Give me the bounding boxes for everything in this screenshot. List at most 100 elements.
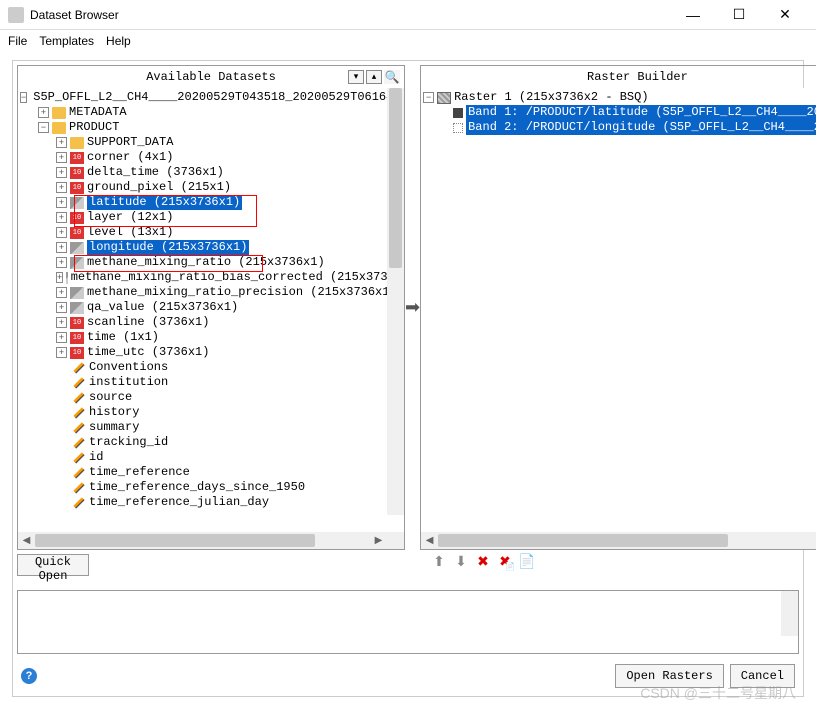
scrollbar-vertical[interactable] xyxy=(387,88,404,515)
remove-all-icon[interactable]: ✖📄 xyxy=(497,553,513,569)
tree-level[interactable]: level (13x1) xyxy=(87,225,173,240)
window-title: Dataset Browser xyxy=(30,8,670,22)
scrollbar-horizontal[interactable]: ◀ ▶ xyxy=(421,532,816,549)
tree-conventions[interactable]: Conventions xyxy=(89,360,168,375)
tree-longitude[interactable]: longitude (215x3736x1) xyxy=(87,240,249,255)
quick-open-button[interactable]: Quick Open xyxy=(17,554,89,576)
tree-expander[interactable]: + xyxy=(38,107,49,118)
tree-expander[interactable]: + xyxy=(56,197,67,208)
menu-file[interactable]: File xyxy=(8,34,27,48)
tree-time[interactable]: time (1x1) xyxy=(87,330,159,345)
tree-metadata[interactable]: METADATA xyxy=(69,105,127,120)
band-off-icon xyxy=(453,123,463,133)
tree-root[interactable]: S5P_OFFL_L2__CH4____20200529T043518_2020… xyxy=(33,90,404,105)
tree-time-ref-jd[interactable]: time_reference_julian_day xyxy=(89,495,269,510)
maximize-button[interactable]: ☐ xyxy=(716,0,762,30)
scroll-left-icon[interactable]: ◀ xyxy=(18,532,35,549)
scroll-left-icon[interactable]: ◀ xyxy=(421,532,438,549)
tree-ground-pixel[interactable]: ground_pixel (215x1) xyxy=(87,180,231,195)
menu-templates[interactable]: Templates xyxy=(39,34,94,48)
tree-tracking-id[interactable]: tracking_id xyxy=(89,435,168,450)
tree-time-ref-days[interactable]: time_reference_days_since_1950 xyxy=(89,480,305,495)
tree-expander[interactable]: + xyxy=(56,347,67,358)
tree-scanline[interactable]: scanline (3736x1) xyxy=(87,315,209,330)
folder-icon xyxy=(52,107,66,119)
tree-history[interactable]: history xyxy=(89,405,139,420)
tree-expander[interactable]: − xyxy=(423,92,434,103)
log-output xyxy=(17,590,799,654)
tree-corner[interactable]: corner (4x1) xyxy=(87,150,173,165)
data-icon xyxy=(70,302,84,314)
binoculars-icon[interactable]: 🔍 xyxy=(384,70,400,84)
scrollbar-vertical[interactable] xyxy=(781,591,798,636)
band-1[interactable]: Band 1: /PRODUCT/latitude (S5P_OFFL_L2__… xyxy=(466,105,816,120)
expand-icon[interactable]: ▴ xyxy=(366,70,382,84)
attr-icon xyxy=(73,467,84,478)
attr-icon xyxy=(73,497,84,508)
tree-id[interactable]: id xyxy=(89,450,103,465)
tree-support-data[interactable]: SUPPORT_DATA xyxy=(87,135,173,150)
tree-delta-time[interactable]: delta_time (3736x1) xyxy=(87,165,224,180)
tree-expander[interactable]: + xyxy=(56,227,67,238)
tree-expander[interactable]: + xyxy=(56,302,67,313)
tree-latitude[interactable]: latitude (215x3736x1) xyxy=(87,195,242,210)
move-right-icon[interactable]: ➡ xyxy=(405,297,420,318)
attr-icon xyxy=(73,377,84,388)
tree-expander[interactable]: − xyxy=(20,92,27,103)
tree-expander[interactable]: + xyxy=(56,272,63,283)
raster-builder-tree[interactable]: − Raster 1 (215x3736x2 - BSQ) Band 1: /PR… xyxy=(421,88,816,532)
right-panel-title: Raster Builder xyxy=(587,70,688,84)
app-icon xyxy=(8,7,24,23)
help-icon[interactable]: ? xyxy=(21,668,37,684)
tree-expander[interactable]: + xyxy=(56,242,67,253)
menu-help[interactable]: Help xyxy=(106,34,131,48)
tree-time-ref[interactable]: time_reference xyxy=(89,465,190,480)
dim-icon: 10 xyxy=(70,227,84,239)
raster-root[interactable]: Raster 1 (215x3736x2 - BSQ) xyxy=(454,90,648,105)
tree-time-utc[interactable]: time_utc (3736x1) xyxy=(87,345,209,360)
available-datasets-tree[interactable]: −S5P_OFFL_L2__CH4____20200529T043518_202… xyxy=(18,88,404,532)
tree-expander[interactable]: + xyxy=(56,212,67,223)
attr-icon xyxy=(73,407,84,418)
tree-source[interactable]: source xyxy=(89,390,132,405)
attr-icon xyxy=(73,362,84,373)
tree-summary[interactable]: summary xyxy=(89,420,139,435)
cancel-button[interactable]: Cancel xyxy=(730,664,795,688)
tree-mmr-bc[interactable]: methane_mixing_ratio_bias_corrected (215… xyxy=(71,270,402,285)
dim-icon: 10 xyxy=(70,212,84,224)
minimize-button[interactable]: — xyxy=(670,0,716,30)
data-icon xyxy=(70,287,84,299)
tree-expander[interactable]: + xyxy=(56,287,67,298)
band-2[interactable]: Band 2: /PRODUCT/longitude (S5P_OFFL_L2_… xyxy=(466,120,816,135)
scroll-right-icon[interactable]: ▶ xyxy=(370,532,387,549)
tree-expander[interactable]: + xyxy=(56,182,67,193)
tree-expander[interactable]: + xyxy=(56,332,67,343)
dim-icon: 10 xyxy=(70,182,84,194)
remove-icon[interactable]: ✖ xyxy=(475,553,491,569)
tree-mmr-p[interactable]: methane_mixing_ratio_precision (215x3736… xyxy=(87,285,397,300)
collapse-icon[interactable]: ▾ xyxy=(348,70,364,84)
add-doc-icon[interactable]: 📄 xyxy=(519,553,535,569)
dim-icon: 10 xyxy=(70,347,84,359)
move-up-icon[interactable]: ⬆ xyxy=(431,553,447,569)
tree-expander[interactable]: − xyxy=(38,122,49,133)
close-button[interactable]: ✕ xyxy=(762,0,808,30)
tree-product[interactable]: PRODUCT xyxy=(69,120,119,135)
tree-mmr[interactable]: methane_mixing_ratio (215x3736x1) xyxy=(87,255,325,270)
tree-expander[interactable]: + xyxy=(56,317,67,328)
data-icon xyxy=(70,257,84,269)
tree-layer[interactable]: layer (12x1) xyxy=(87,210,173,225)
dim-icon: 10 xyxy=(70,167,84,179)
tree-expander[interactable]: + xyxy=(56,257,67,268)
open-rasters-button[interactable]: Open Rasters xyxy=(615,664,723,688)
attr-icon xyxy=(73,422,84,433)
raster-toolbar: ⬆ ⬇ ✖ ✖📄 📄 xyxy=(427,550,539,572)
tree-qa[interactable]: qa_value (215x3736x1) xyxy=(87,300,238,315)
scrollbar-horizontal[interactable]: ◀ ▶ xyxy=(18,532,404,549)
tree-institution[interactable]: institution xyxy=(89,375,168,390)
dim-icon: 10 xyxy=(70,152,84,164)
tree-expander[interactable]: + xyxy=(56,167,67,178)
move-down-icon[interactable]: ⬇ xyxy=(453,553,469,569)
tree-expander[interactable]: + xyxy=(56,152,67,163)
tree-expander[interactable]: + xyxy=(56,137,67,148)
